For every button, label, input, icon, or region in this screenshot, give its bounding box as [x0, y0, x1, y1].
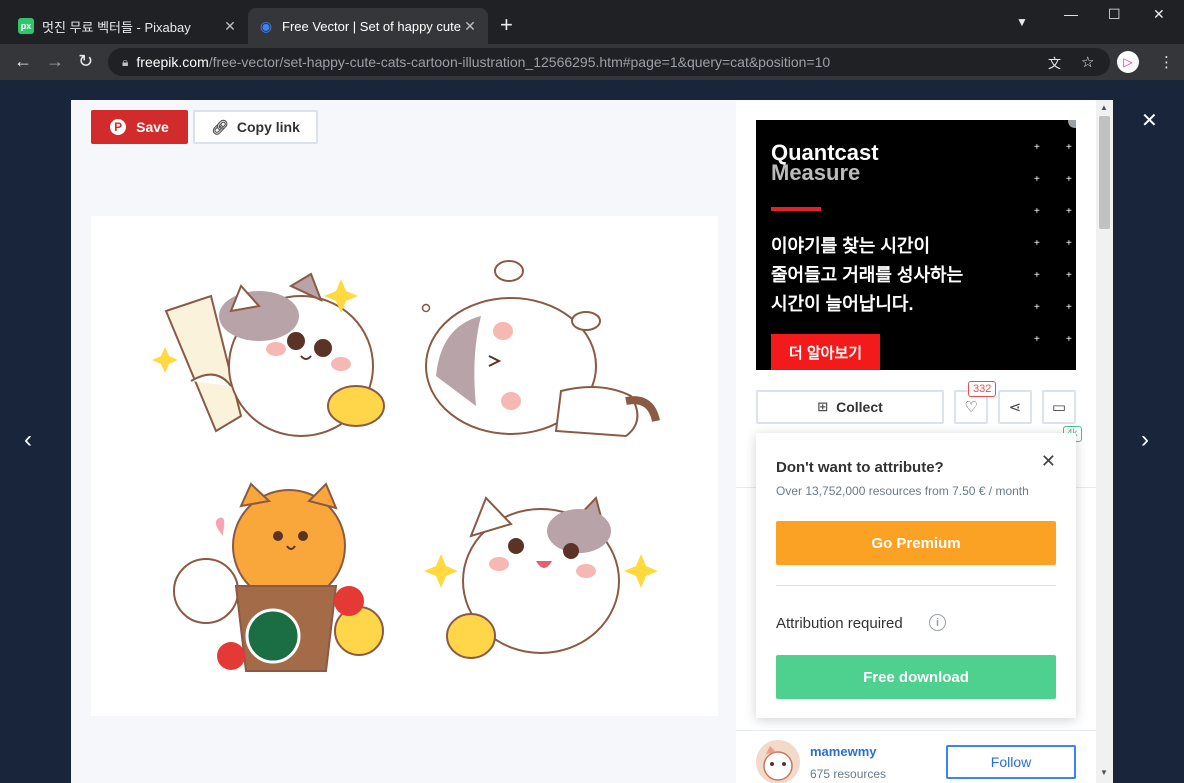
scroll-down-icon[interactable]: ▼ [1100, 768, 1108, 777]
url-host: freepik.com [136, 54, 209, 70]
details-pane: Quantcast Measure 이야기를 찾는 시간이 줄어들고 거래를 성… [736, 100, 1096, 783]
comments-button[interactable]: ▭ [1042, 390, 1076, 424]
pinterest-icon: P [110, 119, 127, 135]
popover-separator [776, 585, 1056, 586]
follow-button[interactable]: Follow [946, 745, 1076, 779]
advertisement-banner[interactable]: Quantcast Measure 이야기를 찾는 시간이 줄어들고 거래를 성… [756, 120, 1076, 370]
back-icon[interactable]: ← [14, 51, 32, 72]
author-resources-count: 675 resources [810, 767, 887, 781]
author-avatar[interactable] [756, 740, 800, 783]
info-icon[interactable]: i [929, 614, 946, 631]
next-arrow-icon[interactable]: › [1141, 426, 1149, 454]
heart-icon: ♡ [964, 399, 978, 416]
browser-tab-bar: px 멋진 무료 벡터들 - Pixabay ✕ ◉ Free Vector |… [0, 0, 1184, 44]
popover-subtext: Over 13,752,000 resources from 7.50 € / … [776, 484, 1029, 498]
ad-text-line: 시간이 늘어납니다. [771, 294, 914, 314]
ad-plus-icon: + [1066, 238, 1072, 249]
ad-plus-icon: + [1034, 270, 1040, 281]
section-divider [736, 730, 1096, 731]
vector-preview-image[interactable] [91, 216, 718, 716]
ad-plus-icon: + [1066, 334, 1072, 345]
scrollbar-thumb[interactable] [1099, 116, 1110, 229]
new-tab-icon[interactable]: + [500, 14, 513, 36]
go-premium-button[interactable]: Go Premium [776, 521, 1056, 565]
scroll-up-icon[interactable]: ▲ [1100, 103, 1108, 112]
author-name-link[interactable]: mamewmy [810, 744, 876, 759]
translate-icon[interactable]: 文 [1048, 53, 1061, 72]
ad-plus-icon: + [1034, 302, 1040, 313]
pinterest-save-button[interactable]: P Save [91, 110, 188, 144]
previous-arrow-icon[interactable]: ‹ [24, 426, 32, 454]
url-bar[interactable]: 🔒︎ freepik.com/free-vector/set-happy-cut… [108, 48, 1110, 76]
ad-plus-icon: + [1066, 206, 1072, 217]
tab-title: 멋진 무료 벡터들 - Pixabay [42, 19, 191, 35]
tab-freepik[interactable]: ◉ Free Vector | Set of happy cute ✕ [248, 8, 488, 44]
preview-pane: P Save 🔗︎ Copy link [71, 100, 736, 783]
avatar-illustration [763, 746, 793, 781]
tab-title: Free Vector | Set of happy cute [282, 18, 461, 34]
ad-text-line: 줄어들고 거래를 성사하는 [771, 265, 964, 285]
ad-plus-icon: + [1066, 142, 1072, 153]
bookmark-star-icon[interactable]: ☆ [1081, 53, 1094, 71]
save-label: Save [136, 119, 169, 135]
free-download-button[interactable]: Free download [776, 655, 1056, 699]
ad-cta-button[interactable]: 더 알아보기 [771, 334, 880, 370]
popover-close-icon[interactable]: ✕ [1041, 451, 1056, 472]
ad-plus-icon: + [1034, 206, 1040, 217]
copy-link-label: Copy link [236, 119, 300, 135]
ad-plus-icon: + [1066, 270, 1072, 281]
share-button[interactable]: ⋖ [998, 390, 1032, 424]
menu-kebab-icon[interactable]: ⋮ [1159, 53, 1174, 71]
cute-cats-illustration [152, 260, 660, 672]
ad-accent-bar [771, 207, 821, 211]
ad-brand-line2: Measure [771, 160, 861, 185]
address-toolbar: ← → ↻ 🔒︎ freepik.com/free-vector/set-hap… [0, 44, 1184, 80]
attribution-required-label: Attribution required [776, 615, 903, 632]
profile-avatar-icon[interactable]: ▷ [1117, 51, 1139, 73]
tab-close-icon[interactable]: ✕ [222, 18, 238, 35]
ad-plus-icon: + [1066, 302, 1072, 313]
ad-plus-icon: + [1034, 334, 1040, 345]
ad-plus-icon: + [1034, 142, 1040, 153]
collect-label: Collect [836, 399, 883, 415]
window-close-icon[interactable]: ✕ [1153, 6, 1165, 23]
minimize-icon[interactable]: — [1064, 6, 1078, 22]
modal-scrollbar[interactable]: ▲ ▼ [1096, 100, 1113, 783]
url-path: /free-vector/set-happy-cute-cats-cartoon… [208, 54, 831, 70]
collect-button[interactable]: ⊞ Collect [756, 390, 944, 424]
comment-icon: ▭ [1051, 399, 1067, 416]
likes-count-badge: 332 [968, 381, 997, 397]
ad-plus-icon: + [1066, 174, 1072, 185]
modal-close-icon[interactable]: ✕ [1141, 108, 1158, 133]
pixabay-favicon-icon: px [18, 18, 34, 34]
maximize-icon[interactable]: ☐ [1108, 6, 1121, 23]
ad-plus-icon: + [1034, 238, 1040, 249]
link-icon: 🔗︎ [211, 118, 229, 135]
tab-close-icon[interactable]: ✕ [462, 18, 478, 35]
ad-info-icon[interactable] [1068, 120, 1076, 128]
forward-icon[interactable]: → [46, 51, 64, 72]
attribution-popover: ✕ Don't want to attribute? Over 13,752,0… [756, 433, 1076, 718]
freepik-favicon-icon: ◉ [259, 17, 273, 34]
tab-pixabay[interactable]: px 멋진 무료 벡터들 - Pixabay ✕ [8, 8, 248, 44]
lock-icon: 🔒︎ [122, 54, 129, 69]
collection-grid-icon: ⊞ [817, 399, 829, 414]
ad-plus-icon: + [1034, 174, 1040, 185]
ad-text-line: 이야기를 찾는 시간이 [771, 236, 931, 256]
resource-modal: P Save 🔗︎ Copy link Quantcast Measure 이야… [71, 100, 1113, 783]
reload-icon[interactable]: ↻ [78, 51, 93, 72]
tab-search-icon[interactable]: ▼ [1016, 15, 1028, 29]
share-icon: ⋖ [1008, 399, 1022, 416]
copy-link-button[interactable]: 🔗︎ Copy link [193, 110, 318, 144]
popover-heading: Don't want to attribute? [776, 459, 944, 476]
